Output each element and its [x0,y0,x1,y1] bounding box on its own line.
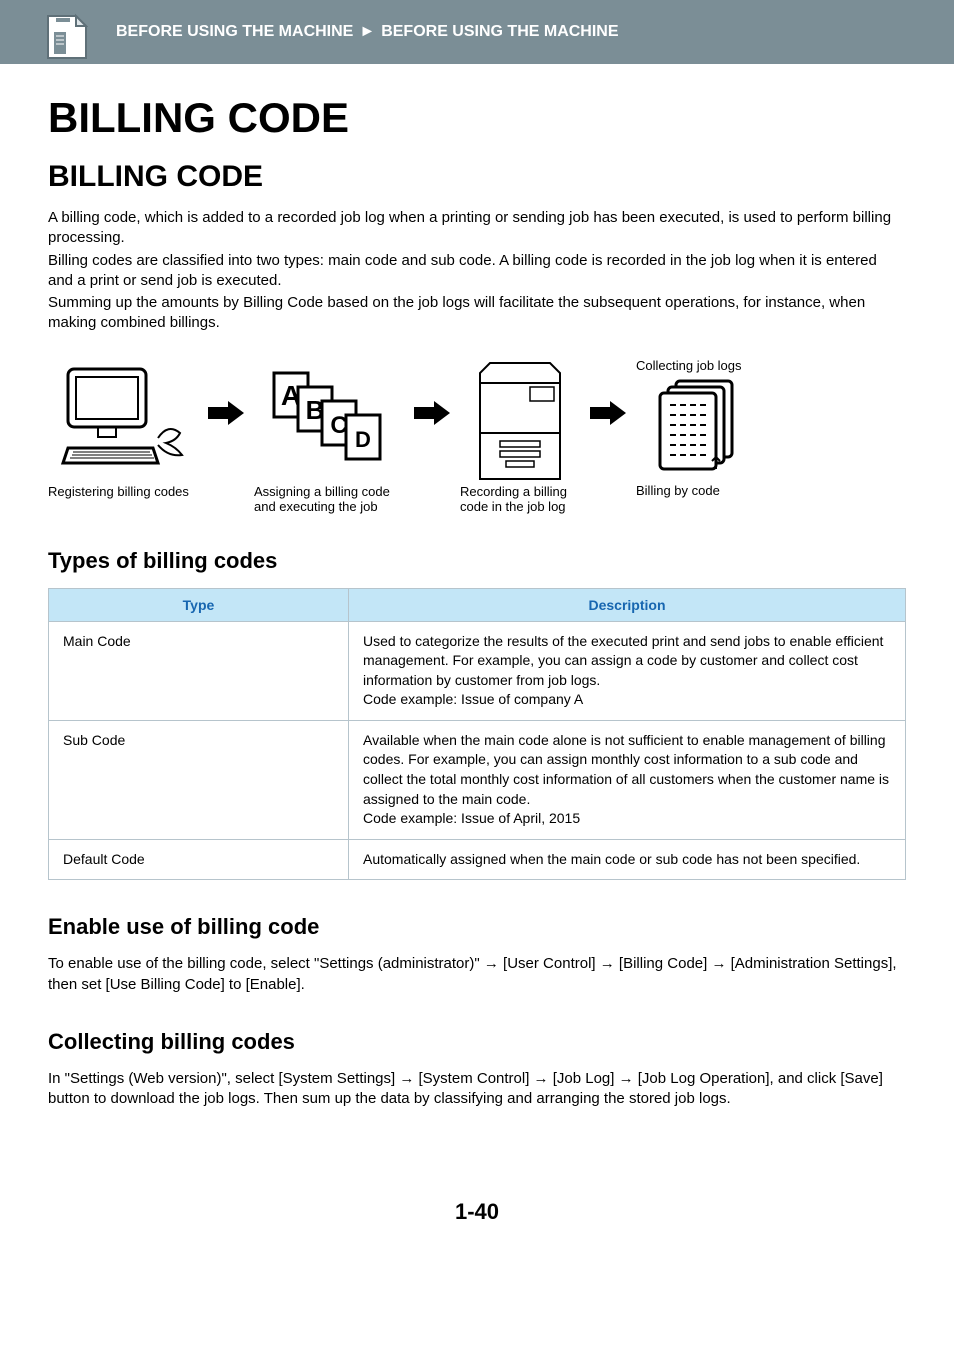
workflow-diagram: Registering billing codes A B C D [48,358,906,514]
collect-heading: Collecting billing codes [48,1029,906,1055]
arrow-icon [206,358,246,468]
code-letter-d: D [355,427,371,452]
intro-p1: A billing code, which is added to a reco… [48,208,906,249]
billing-codes-table: Type Description Main Code Used to categ… [48,588,906,881]
intro-p2: Billing codes are classified into two ty… [48,251,906,292]
intro-p3: Summing up the amounts by Billing Code b… [48,293,906,334]
cell-desc: Available when the main code alone is no… [349,720,906,839]
page-number: 1-40 [48,1199,906,1225]
cell-desc: Used to categorize the results of the ex… [349,621,906,720]
arrow-icon [412,358,452,468]
table-row: Default Code Automatically assigned when… [49,839,906,880]
arrow-icon [588,358,628,468]
table-header-type: Type [49,588,349,621]
types-heading: Types of billing codes [48,548,906,574]
mfp-printer-icon [470,358,570,478]
enable-heading: Enable use of billing code [48,914,906,940]
collect-body: In "Settings (Web version)", select [Sys… [48,1069,906,1110]
diagram-caption-4: Billing by code [636,483,766,498]
diagram-caption-3: Recording a billing code in the job log [460,484,580,514]
breadcrumb-left: BEFORE USING THE MACHINE [116,23,353,40]
computer-icon [58,358,188,478]
breadcrumb-right: BEFORE USING THE MACHINE [381,23,618,40]
header-bar: BEFORE USING THE MACHINE ► BEFORE USING TH… [0,0,954,64]
cell-type: Default Code [49,839,349,880]
breadcrumb: BEFORE USING THE MACHINE ► BEFORE USING TH… [116,23,619,41]
cell-type: Main Code [49,621,349,720]
table-row: Main Code Used to categorize the results… [49,621,906,720]
collecting-label: Collecting job logs [636,358,766,373]
diagram-caption-2: Assigning a billing code and executing t… [254,484,404,514]
cell-type: Sub Code [49,720,349,839]
cell-desc: Automatically assigned when the main cod… [349,839,906,880]
billing-codes-docs-icon: A B C D [264,358,394,478]
job-logs-icon [646,377,756,477]
enable-body: To enable use of the billing code, selec… [48,954,906,995]
page-title: BILLING CODE [48,94,906,142]
table-row: Sub Code Available when the main code al… [49,720,906,839]
header-chapter-icon [46,10,88,65]
diagram-caption-1: Registering billing codes [48,484,198,499]
section-title: BILLING CODE [48,160,906,194]
table-header-desc: Description [349,588,906,621]
breadcrumb-sep: ► [359,23,375,40]
